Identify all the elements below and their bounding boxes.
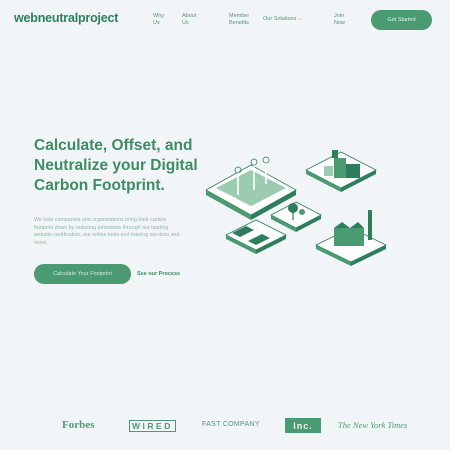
hero-title: Calculate, Offset, and Neutralize your D… [34,137,198,194]
nav-link-member-benefits-label: Member Benefits [229,13,250,26]
nav-dropdown-our-solutions[interactable]: Our Solutions ⌵ [263,16,302,23]
hero-subtitle: We help companies and organizations brin… [34,217,180,246]
site-logo[interactable]: webneutralproject [14,11,118,25]
nav-link-why-us[interactable]: Why Us [153,13,175,27]
nav-link-join-now-label: Join Now [334,13,346,26]
top-navigation: webneutralproject Why Us About Us Member… [0,0,450,40]
nav-link-join-now[interactable]: Join Now [334,13,356,27]
nav-link-about-us-label: About Us [182,13,197,26]
tree-island [270,201,322,232]
nav-link-member-benefits[interactable]: Member Benefits [229,13,257,27]
nav-link-about-us[interactable]: About Us [182,13,204,27]
press-logos: Forbes WIRED FAST COMPANY Inc. The New Y… [0,415,450,439]
factory [315,210,387,266]
calculate-footprint-button[interactable]: Calculate Your Footprint [34,264,131,284]
wired-logo: WIRED [129,420,176,432]
solar-panels [225,219,287,254]
fast-company-logo: FAST COMPANY [202,421,260,428]
city-block [305,150,377,192]
see-process-link[interactable]: See our Process [137,271,180,277]
get-started-button[interactable]: Get Started [371,10,432,30]
forbes-logo: Forbes [62,419,95,431]
chevron-down-icon: ⌵ [298,16,303,22]
nyt-logo: The New York Times [338,420,408,430]
city-solar-wind-factory-illustration [196,140,396,280]
inc-logo: Inc. [285,418,321,433]
nav-link-why-us-label: Why Us [153,13,164,26]
nav-dropdown-label: Our Solutions [263,16,297,22]
